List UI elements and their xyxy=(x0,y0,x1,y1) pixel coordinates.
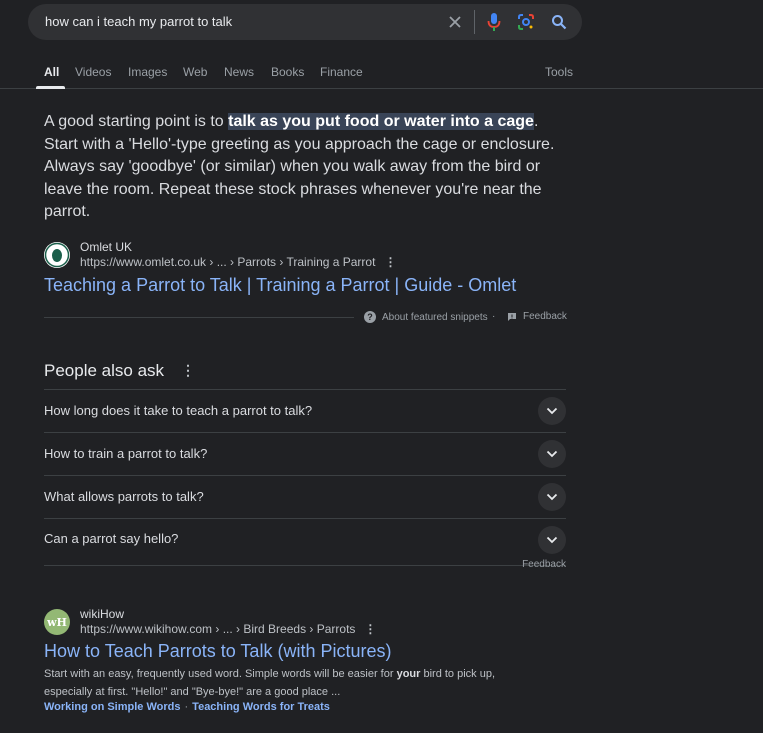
sitelink[interactable]: Teaching Words for Treats xyxy=(192,701,330,713)
chevron-down-icon[interactable] xyxy=(538,483,566,511)
microphone-icon[interactable] xyxy=(484,12,504,32)
feedback-link[interactable]: Feedback xyxy=(507,311,567,322)
wikihow-logo[interactable]: wH xyxy=(44,609,70,635)
chevron-down-icon[interactable] xyxy=(538,440,566,468)
omlet-logo[interactable] xyxy=(44,242,70,268)
clear-icon[interactable] xyxy=(445,12,465,32)
more-options-icon[interactable]: ⋮ xyxy=(364,622,376,636)
paa-question-text: Can a parrot say hello? xyxy=(44,531,179,546)
about-featured-snippets[interactable]: ? About featured snippets xyxy=(364,311,488,323)
paa-divider xyxy=(44,565,566,566)
tab-books[interactable]: Books xyxy=(271,65,304,79)
paa-feedback-link[interactable]: Feedback xyxy=(522,559,566,570)
more-options-icon[interactable]: ⋮ xyxy=(384,255,396,269)
source-url-wikihow[interactable]: https://www.wikihow.com › ... › Bird Bre… xyxy=(80,622,376,636)
tab-web[interactable]: Web xyxy=(183,65,207,79)
search-tabs: All Videos Images Web News Books Finance… xyxy=(0,60,763,89)
paa-question-text: How to train a parrot to talk? xyxy=(44,446,208,461)
paa-more-options-icon[interactable]: ⋮ xyxy=(181,362,195,379)
sitelink-separator: · xyxy=(184,701,189,713)
result-title-omlet[interactable]: Teaching a Parrot to Talk | Training a P… xyxy=(44,275,516,296)
source-name-omlet: Omlet UK xyxy=(80,240,133,254)
result-title-wikihow[interactable]: How to Teach Parrots to Talk (with Pictu… xyxy=(44,641,391,662)
search-divider xyxy=(474,10,475,34)
source-name-wikihow: wikiHow xyxy=(80,607,125,621)
wikihow-logo-text: wH xyxy=(47,615,67,629)
search-bar[interactable]: how can i teach my parrot to talk xyxy=(28,4,582,40)
feedback-icon xyxy=(508,312,516,321)
tab-images[interactable]: Images xyxy=(128,65,167,79)
snippet-divider xyxy=(44,317,354,318)
chevron-down-icon[interactable] xyxy=(538,397,566,425)
help-icon: ? xyxy=(364,311,376,323)
result-description: Start with an easy, frequently used word… xyxy=(44,665,514,701)
source-url-text: https://www.wikihow.com › ... › Bird Bre… xyxy=(80,622,356,636)
featured-snippet-text: A good starting point is to talk as you … xyxy=(44,111,564,224)
paa-question[interactable]: How long does it take to teach a parrot … xyxy=(44,389,566,432)
feedback-label: Feedback xyxy=(523,311,567,322)
chevron-down-icon[interactable] xyxy=(538,526,566,554)
paa-question[interactable]: How to train a parrot to talk? xyxy=(44,432,566,475)
paa-question-text: How long does it take to teach a parrot … xyxy=(44,403,313,418)
snippet-highlight: talk as you put food or water into a cag… xyxy=(228,113,534,130)
description-bold-word: your xyxy=(396,668,421,680)
snippet-text-start: A good starting point is to xyxy=(44,113,229,130)
paa-question-text: What allows parrots to talk? xyxy=(44,489,204,504)
tab-videos[interactable]: Videos xyxy=(75,65,111,79)
search-icon[interactable] xyxy=(549,12,569,32)
source-url-text: https://www.omlet.co.uk › ... › Parrots … xyxy=(80,255,376,269)
tab-all[interactable]: All xyxy=(44,65,59,79)
dot-separator: · xyxy=(492,311,496,322)
people-also-ask-heading: People also ask xyxy=(44,361,165,380)
sitelink[interactable]: Working on Simple Words xyxy=(44,701,181,713)
tools-button[interactable]: Tools xyxy=(545,65,573,79)
google-lens-icon[interactable] xyxy=(516,12,536,32)
search-input[interactable]: how can i teach my parrot to talk xyxy=(45,14,232,29)
tab-finance[interactable]: Finance xyxy=(320,65,363,79)
source-url-omlet[interactable]: https://www.omlet.co.uk › ... › Parrots … xyxy=(80,255,396,269)
paa-question[interactable]: Can a parrot say hello? xyxy=(44,518,566,561)
description-text-start: Start with an easy, frequently used word… xyxy=(44,668,397,680)
about-snippets-label: About featured snippets xyxy=(382,311,488,323)
paa-question[interactable]: What allows parrots to talk? xyxy=(44,475,566,518)
active-tab-indicator xyxy=(36,86,65,89)
sitelinks: Working on Simple Words · Teaching Words f… xyxy=(44,701,330,713)
tab-news[interactable]: News xyxy=(224,65,254,79)
